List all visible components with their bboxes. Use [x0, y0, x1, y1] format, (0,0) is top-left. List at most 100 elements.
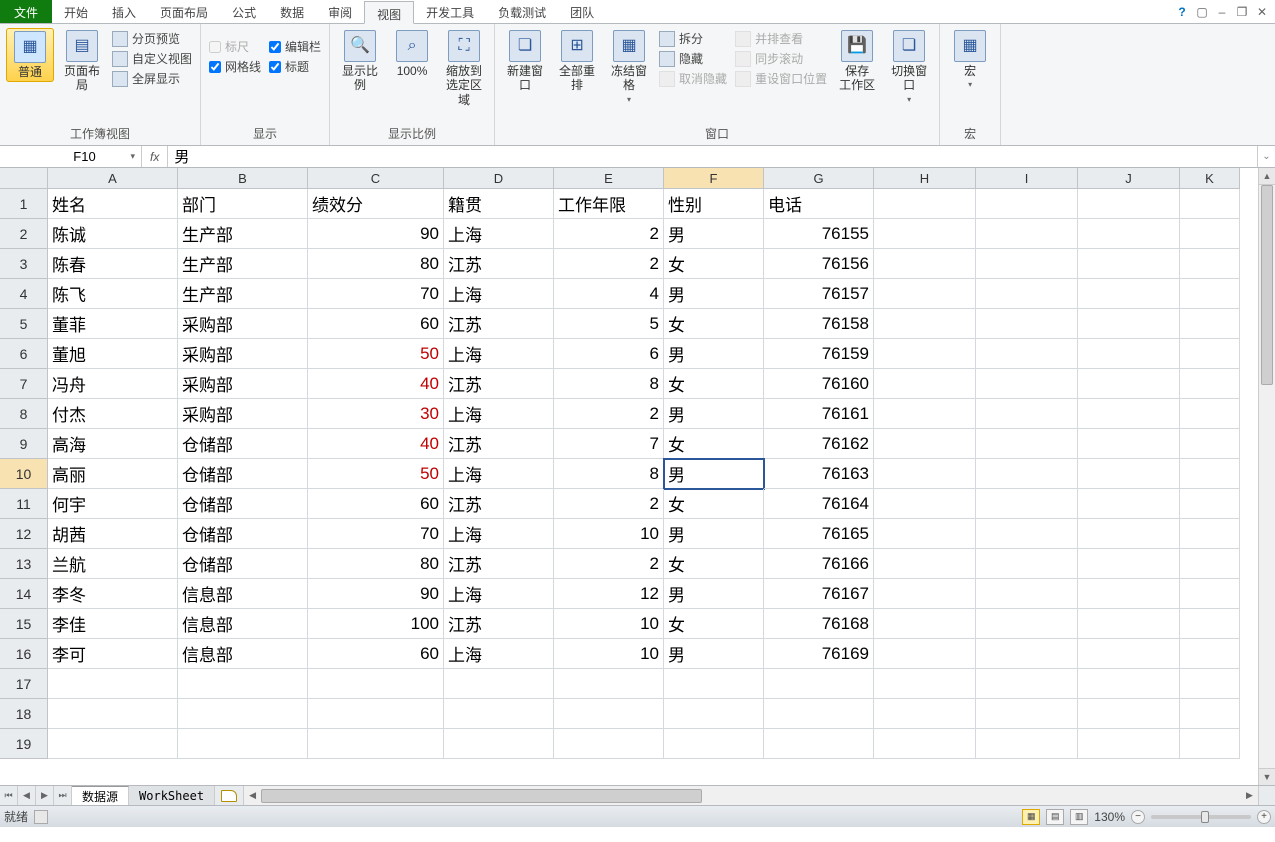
cell-J5[interactable]	[1078, 309, 1180, 339]
cell-D9[interactable]: 江苏	[444, 429, 554, 459]
btn-full-screen[interactable]: 全屏显示	[112, 70, 192, 87]
cell-H1[interactable]	[874, 189, 976, 219]
row-header-15[interactable]: 15	[0, 609, 48, 639]
col-header-A[interactable]: A	[48, 168, 178, 189]
cell-G4[interactable]: 76157	[764, 279, 874, 309]
cell-H9[interactable]	[874, 429, 976, 459]
cell-F16[interactable]: 男	[664, 639, 764, 669]
zoom-slider-handle[interactable]	[1201, 811, 1209, 823]
col-header-I[interactable]: I	[976, 168, 1078, 189]
btn-hide[interactable]: 隐藏	[659, 50, 727, 67]
cell-J16[interactable]	[1078, 639, 1180, 669]
row-header-4[interactable]: 4	[0, 279, 48, 309]
cell-I14[interactable]	[976, 579, 1078, 609]
cell-F19[interactable]	[664, 729, 764, 759]
cell-F14[interactable]: 男	[664, 579, 764, 609]
cell-H5[interactable]	[874, 309, 976, 339]
cell-E10[interactable]: 8	[554, 459, 664, 489]
cell-area[interactable]: 姓名部门绩效分籍贯工作年限性别电话陈诚生产部90上海2男76155陈春生产部80…	[48, 189, 1240, 759]
sheet-nav-first-icon[interactable]: ⏮	[0, 786, 18, 805]
cell-G8[interactable]: 76161	[764, 399, 874, 429]
sheet-nav-prev-icon[interactable]: ◀	[18, 786, 36, 805]
cell-E6[interactable]: 6	[554, 339, 664, 369]
row-header-17[interactable]: 17	[0, 669, 48, 699]
cell-J12[interactable]	[1078, 519, 1180, 549]
cell-D7[interactable]: 江苏	[444, 369, 554, 399]
row-header-1[interactable]: 1	[0, 189, 48, 219]
cell-J19[interactable]	[1078, 729, 1180, 759]
col-header-C[interactable]: C	[308, 168, 444, 189]
cell-H14[interactable]	[874, 579, 976, 609]
cell-E1[interactable]: 工作年限	[554, 189, 664, 219]
cell-H17[interactable]	[874, 669, 976, 699]
cell-C6[interactable]: 50	[308, 339, 444, 369]
cell-C3[interactable]: 80	[308, 249, 444, 279]
cell-J1[interactable]	[1078, 189, 1180, 219]
row-header-19[interactable]: 19	[0, 729, 48, 759]
zoom-level[interactable]: 130%	[1094, 810, 1125, 824]
zoom-in-icon[interactable]: +	[1257, 810, 1271, 824]
vertical-scrollbar[interactable]: ▲ ▼	[1258, 168, 1275, 785]
tab-开发工具[interactable]: 开发工具	[414, 0, 486, 23]
cell-B5[interactable]: 采购部	[178, 309, 308, 339]
scroll-up-icon[interactable]: ▲	[1259, 168, 1275, 185]
cell-B3[interactable]: 生产部	[178, 249, 308, 279]
cell-B9[interactable]: 仓储部	[178, 429, 308, 459]
btn-normal-view[interactable]: ▦ 普通	[6, 28, 54, 82]
cell-I4[interactable]	[976, 279, 1078, 309]
cell-K16[interactable]	[1180, 639, 1240, 669]
btn-custom-views[interactable]: 自定义视图	[112, 50, 192, 67]
sheet-nav-next-icon[interactable]: ▶	[36, 786, 54, 805]
cell-G18[interactable]	[764, 699, 874, 729]
row-header-5[interactable]: 5	[0, 309, 48, 339]
cell-G19[interactable]	[764, 729, 874, 759]
cell-I8[interactable]	[976, 399, 1078, 429]
cell-J10[interactable]	[1078, 459, 1180, 489]
cell-F2[interactable]: 男	[664, 219, 764, 249]
cell-H4[interactable]	[874, 279, 976, 309]
cell-H15[interactable]	[874, 609, 976, 639]
btn-100pct[interactable]: ⌕100%	[388, 28, 436, 80]
cell-F3[interactable]: 女	[664, 249, 764, 279]
cell-K14[interactable]	[1180, 579, 1240, 609]
row-header-10[interactable]: 10	[0, 459, 48, 489]
cell-E7[interactable]: 8	[554, 369, 664, 399]
tab-开始[interactable]: 开始	[52, 0, 100, 23]
cell-J4[interactable]	[1078, 279, 1180, 309]
cell-J7[interactable]	[1078, 369, 1180, 399]
cell-G6[interactable]: 76159	[764, 339, 874, 369]
view-normal-icon[interactable]: ▦	[1022, 809, 1040, 825]
tab-审阅[interactable]: 审阅	[316, 0, 364, 23]
col-header-K[interactable]: K	[1180, 168, 1240, 189]
col-header-F[interactable]: F	[664, 168, 764, 189]
btn-zoom-selection[interactable]: ⛶缩放到 选定区域	[440, 28, 488, 109]
cell-A11[interactable]: 何宇	[48, 489, 178, 519]
cell-K11[interactable]	[1180, 489, 1240, 519]
cell-B15[interactable]: 信息部	[178, 609, 308, 639]
cell-F10[interactable]: 男	[664, 459, 764, 489]
cell-D12[interactable]: 上海	[444, 519, 554, 549]
cell-B6[interactable]: 采购部	[178, 339, 308, 369]
cell-G5[interactable]: 76158	[764, 309, 874, 339]
cell-A2[interactable]: 陈诚	[48, 219, 178, 249]
cell-C7[interactable]: 40	[308, 369, 444, 399]
cell-A13[interactable]: 兰航	[48, 549, 178, 579]
cell-K10[interactable]	[1180, 459, 1240, 489]
cell-A3[interactable]: 陈春	[48, 249, 178, 279]
chk-headings[interactable]	[269, 61, 281, 73]
cell-K4[interactable]	[1180, 279, 1240, 309]
cell-G14[interactable]: 76167	[764, 579, 874, 609]
cell-B13[interactable]: 仓储部	[178, 549, 308, 579]
cell-G3[interactable]: 76156	[764, 249, 874, 279]
cell-K9[interactable]	[1180, 429, 1240, 459]
cell-H8[interactable]	[874, 399, 976, 429]
cell-G17[interactable]	[764, 669, 874, 699]
cell-C2[interactable]: 90	[308, 219, 444, 249]
cell-E12[interactable]: 10	[554, 519, 664, 549]
btn-new-window[interactable]: ❏新建窗口	[501, 28, 549, 95]
cell-D1[interactable]: 籍贯	[444, 189, 554, 219]
cell-K2[interactable]	[1180, 219, 1240, 249]
cell-K15[interactable]	[1180, 609, 1240, 639]
cell-E16[interactable]: 10	[554, 639, 664, 669]
cell-K3[interactable]	[1180, 249, 1240, 279]
